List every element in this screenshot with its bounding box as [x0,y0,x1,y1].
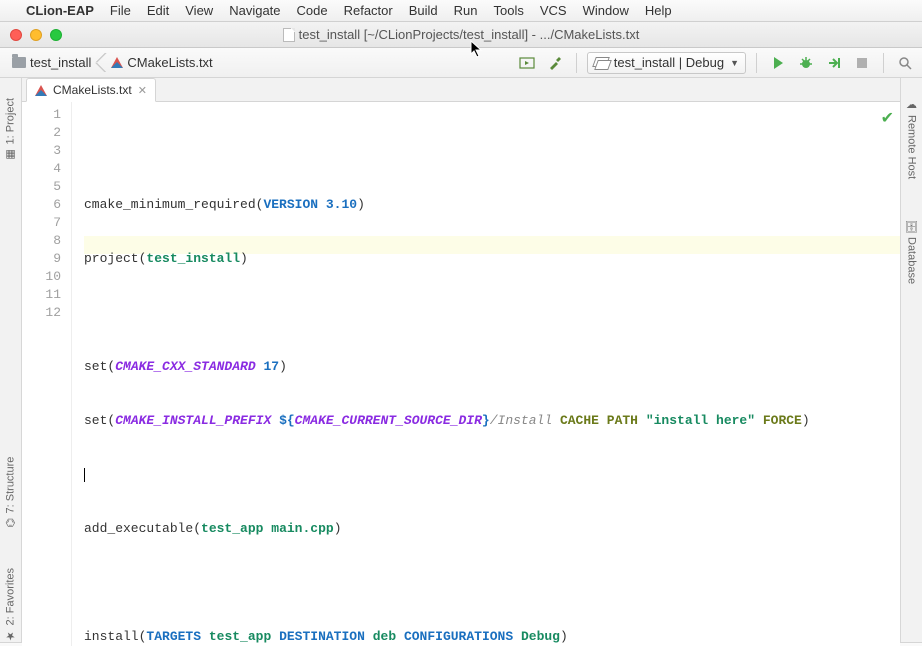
minimize-window-button[interactable] [30,29,42,41]
close-window-button[interactable] [10,29,22,41]
configuration-icon [594,57,608,69]
editor-tab-cmakelists[interactable]: CMakeLists.txt ✕ [26,78,156,102]
menu-file[interactable]: File [110,3,131,18]
main-body: ▦1: Project ⌬7: Structure ★2: Favorites … [0,78,922,642]
menu-code[interactable]: Code [297,3,328,18]
tab-label: CMakeLists.txt [53,83,132,97]
stop-button[interactable] [851,52,873,74]
menu-tools[interactable]: Tools [494,3,524,18]
file-icon [283,28,295,42]
tool-window-database[interactable]: 🗄Database [905,219,918,284]
editor-tabs: CMakeLists.txt ✕ [22,78,900,102]
toolbar-right: test_install | Debug ▼ [516,52,916,74]
run-configuration-selector[interactable]: test_install | Debug ▼ [587,52,746,74]
run-config-label: test_install | Debug [614,55,724,70]
search-everywhere-button[interactable] [894,52,916,74]
right-tool-rail: ☁Remote Host 🗄Database [900,78,922,642]
tool-window-structure[interactable]: ⌬7: Structure [4,457,17,527]
breadcrumb-file-label: CMakeLists.txt [127,55,212,70]
dropdown-triangle-icon: ▼ [730,58,739,68]
separator [883,53,884,73]
zoom-window-button[interactable] [50,29,62,41]
debug-button[interactable] [795,52,817,74]
cmake-icon [35,85,47,96]
cmake-icon [111,57,123,68]
menu-vcs[interactable]: VCS [540,3,567,18]
tool-window-favorites[interactable]: ★2: Favorites [4,568,17,642]
close-tab-icon[interactable]: ✕ [138,84,147,97]
tool-window-project[interactable]: ▦1: Project [4,98,17,161]
toolbar: test_install CMakeLists.txt test_install… [0,48,922,78]
code-area[interactable]: cmake_minimum_required(VERSION 3.10) pro… [72,102,900,646]
tool-window-remote-host[interactable]: ☁Remote Host [905,98,918,179]
code-editor[interactable]: ✔ 123456789101112 cmake_minimum_required… [22,102,900,646]
menu-run[interactable]: Run [454,3,478,18]
traffic-lights [10,29,62,41]
breadcrumb-root-label: test_install [30,55,91,70]
hammer-build-icon[interactable] [544,52,566,74]
menu-window[interactable]: Window [583,3,629,18]
build-button[interactable] [516,52,538,74]
menu-navigate[interactable]: Navigate [229,3,280,18]
menu-build[interactable]: Build [409,3,438,18]
menu-edit[interactable]: Edit [147,3,169,18]
text-caret [84,468,85,482]
left-tool-rail: ▦1: Project ⌬7: Structure ★2: Favorites [0,78,22,642]
window-title: test_install [~/CLionProjects/test_insta… [0,27,922,42]
menu-refactor[interactable]: Refactor [344,3,393,18]
separator [756,53,757,73]
breadcrumb-file[interactable]: CMakeLists.txt [105,53,222,72]
breadcrumb: test_install CMakeLists.txt [6,53,516,72]
separator [576,53,577,73]
app-name[interactable]: CLion-EAP [26,3,94,18]
run-with-coverage-button[interactable] [823,52,845,74]
menu-help[interactable]: Help [645,3,672,18]
run-button[interactable] [767,52,789,74]
menu-view[interactable]: View [185,3,213,18]
folder-icon [12,57,26,68]
editor-zone: CMakeLists.txt ✕ ✔ 123456789101112 cmake… [22,78,900,642]
macos-menubar: CLion-EAP File Edit View Navigate Code R… [0,0,922,22]
window-titlebar: test_install [~/CLionProjects/test_insta… [0,22,922,48]
breadcrumb-root[interactable]: test_install [6,53,101,72]
line-gutter: 123456789101112 [22,102,72,646]
